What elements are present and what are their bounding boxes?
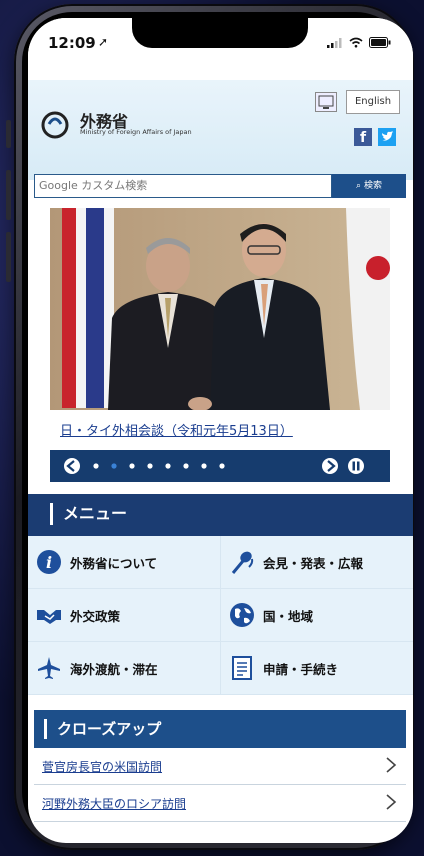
volume-up-button (6, 170, 11, 220)
menu-item-travel[interactable]: 海外渡航・滞在 (28, 642, 220, 694)
twitter-icon[interactable] (378, 128, 396, 146)
carousel-controls (50, 450, 390, 482)
closeup-link[interactable]: 菅官房長官の米国訪問 (42, 758, 162, 775)
menu-item-countries[interactable]: 国・地域 (220, 589, 413, 641)
pause-icon (348, 458, 364, 474)
volume-down-button (6, 232, 11, 282)
menu-item-applications[interactable]: 申請・手続き (220, 642, 413, 694)
facebook-icon[interactable]: f (354, 128, 372, 146)
chevron-right-icon (386, 794, 397, 810)
menu-item-about[interactable]: i 外務省について (28, 536, 220, 588)
screen: 12:09 ➚ 外務省 Ministry of Foreign Affairs … (28, 18, 413, 843)
search-bar: Google カスタム検索 ⌕ 検索 (34, 174, 406, 198)
wifi-icon (349, 37, 363, 48)
airplane-icon (36, 655, 62, 681)
handshake-icon (36, 602, 62, 628)
menu-item-press[interactable]: 会見・発表・広報 (220, 536, 413, 588)
svg-text:i: i (46, 553, 52, 572)
clock: 12:09 (48, 34, 96, 52)
mobile-view-icon[interactable] (315, 92, 337, 112)
slide-dots (93, 463, 225, 469)
closeup-title: クローズアップ (44, 719, 161, 739)
search-button[interactable]: ⌕ 検索 (332, 174, 406, 198)
menu-grid: i 外務省について 会見・発表・広報 外交政策 国・地域 海外渡航・滞在 申請・… (28, 536, 413, 695)
menu-item-label: 申請・手続き (263, 661, 339, 677)
closeup-link[interactable]: 河野外務大臣のロシア訪問 (42, 795, 186, 812)
menu-item-policy[interactable]: 外交政策 (28, 589, 220, 641)
site-subtitle: Ministry of Foreign Affairs of Japan (80, 128, 192, 136)
next-slide-icon (322, 458, 338, 474)
notch (132, 18, 308, 48)
search-button-label: 検索 (363, 181, 382, 191)
info-icon: i (36, 549, 62, 575)
location-arrow-icon: ➚ (98, 35, 109, 49)
battery-icon (369, 37, 391, 48)
signal-icon (327, 37, 342, 48)
english-button[interactable]: English (346, 90, 400, 114)
chevron-right-icon (386, 757, 397, 773)
search-input[interactable]: Google カスタム検索 (34, 174, 332, 198)
closeup-link-row[interactable]: 河野外務大臣のロシア訪問 (34, 785, 406, 822)
menu-item-label: 外務省について (70, 555, 158, 571)
menu-header: メニュー (28, 494, 413, 536)
document-icon (229, 655, 255, 681)
microphone-icon (229, 549, 255, 575)
closeup-header: クローズアップ (34, 710, 406, 748)
carousel-controls-graphic (64, 458, 364, 474)
globe-icon (229, 602, 255, 628)
hero-caption-band: 日・タイ外相会談（令和元年5月13日） (50, 410, 390, 450)
mute-switch (6, 120, 11, 148)
menu-item-label: 国・地域 (263, 608, 314, 624)
menu-title: メニュー (50, 503, 127, 525)
prev-slide-icon (64, 458, 80, 474)
hero-illustration (50, 208, 390, 410)
menu-item-label: 海外渡航・滞在 (70, 661, 158, 677)
site-header: 外務省 Ministry of Foreign Affairs of Japan… (28, 80, 413, 180)
menu-item-label: 外交政策 (70, 608, 121, 624)
search-icon: ⌕ (356, 181, 362, 191)
mofa-logo-icon[interactable] (40, 110, 70, 140)
closeup-link-row[interactable]: 菅官房長官の米国訪問 (34, 748, 406, 785)
menu-item-label: 会見・発表・広報 (263, 555, 364, 571)
hero-caption-link[interactable]: 日・タイ外相会談（令和元年5月13日） (60, 420, 293, 439)
hero-photo[interactable] (50, 208, 390, 410)
